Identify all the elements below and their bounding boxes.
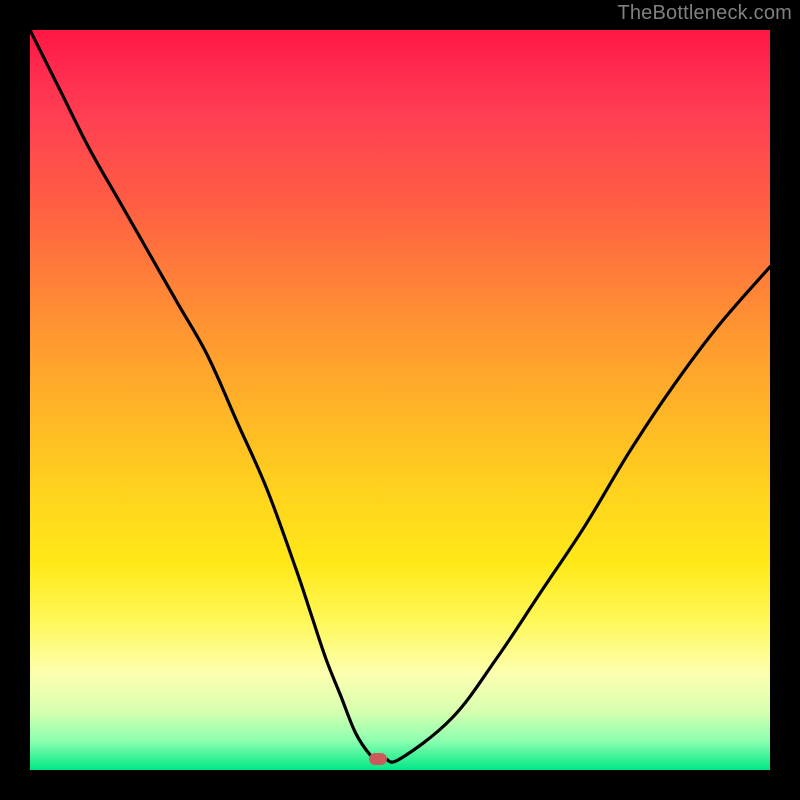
chart-frame: TheBottleneck.com <box>0 0 800 800</box>
bottleneck-curve <box>30 30 770 770</box>
watermark-text: TheBottleneck.com <box>617 2 792 25</box>
plot-area <box>30 30 770 770</box>
optimal-marker <box>369 753 387 765</box>
